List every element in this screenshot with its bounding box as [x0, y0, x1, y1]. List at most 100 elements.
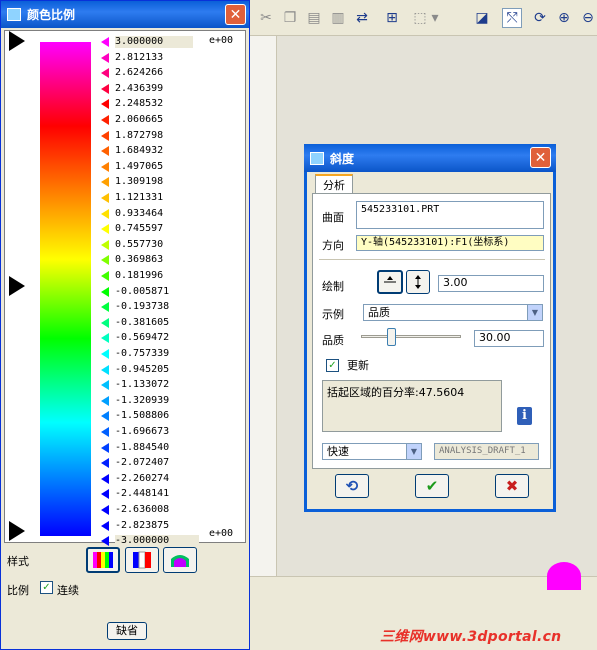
style-button-bands[interactable]	[86, 547, 120, 573]
plot-up-button[interactable]	[377, 270, 403, 294]
scale-value: -1.696673	[115, 426, 170, 437]
color-scale-titlebar[interactable]: 颜色比例	[1, 1, 249, 28]
scale-value: -2.260274	[115, 472, 170, 484]
scale-value: -3.000000	[115, 535, 200, 548]
tick-marker-icon[interactable]	[101, 333, 109, 344]
scale-value: 0.181996	[115, 270, 164, 281]
tick-marker-icon[interactable]	[101, 255, 109, 266]
upper-limit-arrow-icon[interactable]	[9, 31, 25, 51]
speed-value: 快速	[327, 445, 349, 458]
tick-marker-icon[interactable]	[101, 302, 109, 313]
quality-slider-track[interactable]	[361, 335, 461, 338]
tick-marker-icon[interactable]	[101, 380, 109, 391]
close-button[interactable]: ✕	[225, 4, 246, 25]
direction-collector[interactable]: Y-轴(545233101):F1(坐标系)	[356, 235, 544, 251]
display-select[interactable]: 品质 ▼	[363, 304, 543, 321]
style-label: 样式	[7, 555, 29, 568]
watermark: 三维网www.3dportal.cn	[380, 629, 562, 645]
tick-marker-icon[interactable]	[101, 395, 109, 406]
info-icon[interactable]: i	[517, 407, 532, 425]
speed-select[interactable]: 快速 ▼	[322, 443, 422, 460]
style-button-gradient[interactable]	[125, 547, 159, 573]
cancel-button[interactable]: ✖	[495, 474, 529, 498]
tick-marker-icon[interactable]	[101, 146, 109, 157]
repeat-button[interactable]: ⟲	[335, 474, 369, 498]
update-checkbox[interactable]: ✓	[326, 359, 339, 372]
find-icon[interactable]: ⊞	[382, 8, 402, 28]
slope-titlebar[interactable]: 斜度	[304, 144, 556, 172]
tick-marker-icon[interactable]	[101, 364, 109, 375]
zoom-in-icon[interactable]: ⊕	[554, 8, 574, 28]
tick-marker-icon[interactable]	[101, 161, 109, 172]
scale-value: -0.193738	[115, 301, 170, 313]
tick-marker-icon[interactable]	[101, 489, 109, 500]
paste-special-icon[interactable]: ▥	[328, 8, 348, 28]
quality-input[interactable]: 30.00	[474, 330, 544, 347]
up-arrow-icon	[384, 276, 396, 283]
tick-marker-icon[interactable]	[101, 520, 109, 531]
scale-value: 2.436399	[115, 82, 164, 94]
plot-down-button[interactable]	[406, 270, 430, 294]
plot-input[interactable]: 3.00	[438, 275, 544, 292]
select-box-icon[interactable]: ⬚	[410, 8, 430, 28]
tick-marker-icon[interactable]	[101, 349, 109, 359]
slope-dialog: 斜度 ✕ 分析 曲面 545233101.PRT 方向 Y-轴(54523310…	[304, 144, 556, 512]
repeat-icon: ⟲	[345, 477, 359, 495]
dialog-close-button[interactable]: ✕	[530, 147, 551, 168]
analysis-name-field[interactable]: ANALYSIS_DRAFT_1	[434, 443, 539, 460]
tick-marker-icon[interactable]	[101, 286, 109, 297]
tick-marker-icon[interactable]	[101, 224, 109, 235]
paste-icon[interactable]: ▤	[304, 8, 324, 28]
scissors-icon[interactable]: ✂	[256, 8, 276, 28]
style-button-surface[interactable]	[163, 547, 197, 573]
scale-value: 1.121331	[115, 192, 164, 203]
tick-marker-icon[interactable]	[101, 83, 109, 94]
lower-limit-arrow-icon[interactable]	[9, 521, 25, 541]
dropdown-icon[interactable]: ▾	[430, 8, 440, 28]
tick-marker-icon[interactable]	[101, 193, 109, 203]
middle-arrow-icon[interactable]	[9, 276, 25, 296]
tick-marker-icon[interactable]	[101, 473, 109, 484]
tick-marker-icon[interactable]	[101, 271, 109, 281]
datum-icon[interactable]: ⤲	[502, 8, 522, 28]
tick-marker-icon[interactable]	[101, 52, 109, 63]
slope-title: 斜度	[330, 151, 355, 166]
continuous-checkbox[interactable]: ✓	[40, 581, 53, 594]
tick-marker-icon[interactable]	[101, 208, 109, 219]
tick-marker-icon[interactable]	[101, 115, 109, 125]
view-icon[interactable]: ◪	[472, 8, 492, 28]
tab-analysis[interactable]: 分析	[315, 174, 353, 194]
tick-marker-icon[interactable]	[101, 177, 109, 188]
copy-icon[interactable]: ❐	[280, 8, 300, 28]
tick-marker-icon[interactable]	[101, 317, 109, 328]
tick-marker-icon[interactable]	[101, 458, 109, 469]
model-tree-strip	[250, 36, 277, 576]
chevron-down-icon: ▼	[527, 305, 542, 320]
tick-marker-icon[interactable]	[101, 130, 109, 141]
bands-icon	[93, 552, 113, 568]
window-icon	[310, 151, 324, 165]
scale-value: 1.872798	[115, 129, 164, 141]
tick-marker-icon[interactable]	[101, 505, 109, 515]
scale-value: -2.072407	[115, 457, 170, 469]
separator	[319, 259, 545, 260]
tick-marker-icon[interactable]	[101, 68, 109, 79]
tick-marker-icon[interactable]	[101, 427, 109, 437]
scale-value: -2.448141	[115, 488, 170, 500]
tick-marker-icon[interactable]	[101, 536, 109, 547]
tick-marker-icon[interactable]	[101, 99, 109, 110]
default-button[interactable]: 缺省	[107, 622, 147, 640]
tick-marker-icon[interactable]	[101, 37, 109, 47]
scale-value: -2.636008	[115, 504, 170, 515]
tick-marker-icon[interactable]	[101, 442, 109, 453]
scale-value: -1.884540	[115, 441, 170, 453]
zoom-out-icon[interactable]: ⊖	[578, 8, 597, 28]
direction-label: 方向	[322, 239, 344, 252]
tick-marker-icon[interactable]	[101, 411, 109, 422]
spin-icon[interactable]: ⟳	[530, 8, 550, 28]
regenerate-icon[interactable]: ⇄	[352, 8, 372, 28]
ok-button[interactable]: ✔	[415, 474, 449, 498]
tick-marker-icon[interactable]	[101, 239, 109, 250]
quality-slider-thumb[interactable]	[387, 328, 396, 346]
surface-collector[interactable]: 545233101.PRT	[356, 201, 544, 229]
